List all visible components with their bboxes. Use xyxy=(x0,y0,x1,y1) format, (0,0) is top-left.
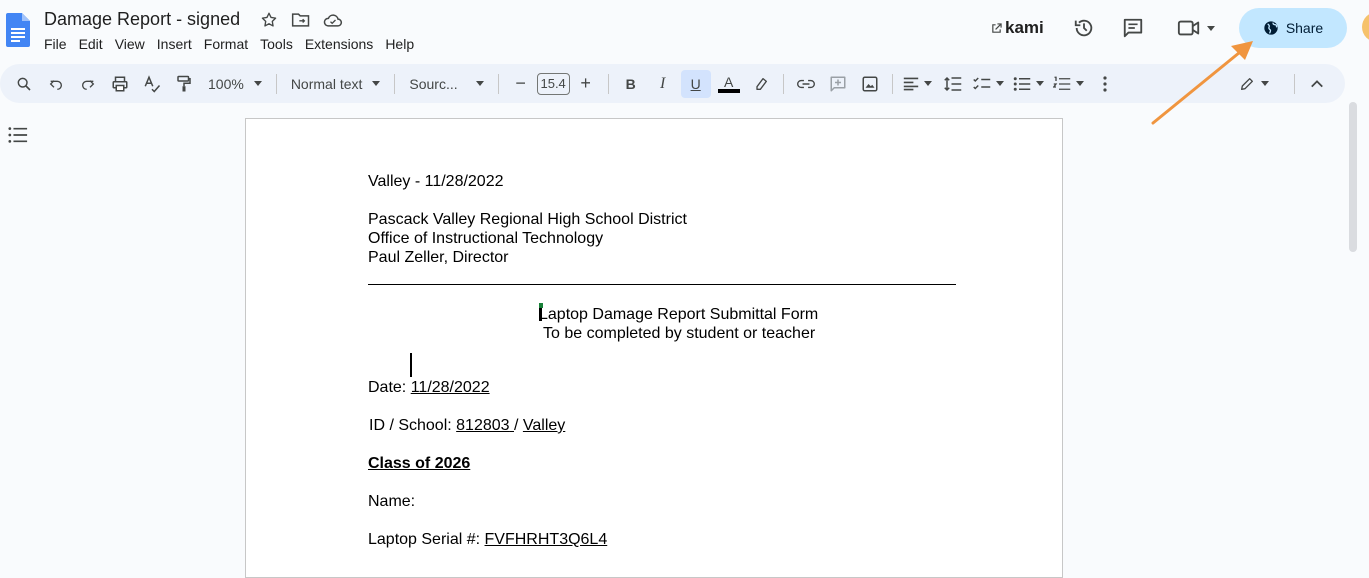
numbered-list-icon[interactable] xyxy=(1051,70,1087,98)
id-label: ID / School: xyxy=(369,417,452,434)
image-icon[interactable] xyxy=(856,70,884,98)
outline-icon[interactable] xyxy=(8,126,28,149)
date-row: Date: 11/28/2022 xyxy=(368,379,490,397)
id-value: 812803 xyxy=(456,417,510,434)
divider xyxy=(607,73,609,94)
date-value: 11/28/2022 xyxy=(410,379,490,396)
org-line: Pascack Valley Regional High School Dist… xyxy=(368,211,687,228)
menu-help[interactable]: Help xyxy=(379,35,420,53)
font-size-input[interactable]: 15.4 xyxy=(536,72,570,95)
share-label: Share xyxy=(1285,20,1324,36)
font-dropdown[interactable]: Sourc... xyxy=(401,76,491,92)
paint-format-icon[interactable] xyxy=(170,70,198,98)
search-icon[interactable] xyxy=(10,70,38,98)
move-folder-icon[interactable] xyxy=(290,9,312,31)
divider xyxy=(394,73,396,94)
external-link-icon xyxy=(992,22,1002,33)
menu-bar: File Edit View Insert Format Tools Exten… xyxy=(38,35,420,53)
zoom-value: 100% xyxy=(208,75,244,92)
name-label: Name: xyxy=(368,493,416,510)
zoom-dropdown[interactable]: 100% xyxy=(200,76,270,92)
formatting-toolbar: 100% Normal text Sourc... − 15.4 + B I U… xyxy=(0,64,1345,103)
more-icon[interactable] xyxy=(1091,70,1119,98)
spellcheck-icon[interactable] xyxy=(138,70,166,98)
document-title[interactable]: Damage Report - signed xyxy=(44,9,240,30)
font-value: Sourc... xyxy=(409,75,458,92)
kami-button[interactable]: kami xyxy=(991,18,1044,38)
link-icon[interactable] xyxy=(792,70,820,98)
style-value: Normal text xyxy=(290,75,363,92)
id-separator: / xyxy=(514,417,519,434)
divider xyxy=(275,73,277,94)
serial-value: FVFHRHT3Q6L4 xyxy=(484,531,608,548)
align-icon[interactable] xyxy=(901,70,935,98)
annotation-arrow xyxy=(1151,41,1253,125)
form-subtitle: To be completed by student or teacher xyxy=(543,325,816,342)
serial-label: Laptop Serial #: xyxy=(368,531,481,548)
increase-font-size-button[interactable]: + xyxy=(572,70,600,98)
text-color-button[interactable]: A xyxy=(715,70,743,98)
divider xyxy=(891,73,893,94)
menu-file[interactable]: File xyxy=(38,35,73,53)
serial-row: Laptop Serial #: FVFHRHT3Q6L4 xyxy=(368,531,607,549)
bold-button[interactable]: B xyxy=(617,70,645,98)
comment-icon[interactable] xyxy=(1119,14,1147,42)
org-line: Office of Instructional Technology xyxy=(368,230,604,247)
form-title: Laptop Damage Report Submittal Form xyxy=(539,306,819,323)
school-value: Valley xyxy=(522,417,566,434)
org-line: Paul Zeller, Director xyxy=(368,249,509,266)
italic-button[interactable]: I xyxy=(649,70,677,98)
line-spacing-icon[interactable] xyxy=(939,70,967,98)
document-page[interactable]: Valley - 11/28/2022 Pascack Valley Regio… xyxy=(245,118,1063,578)
menu-extensions[interactable]: Extensions xyxy=(299,35,379,53)
checklist-icon[interactable] xyxy=(971,70,1007,98)
decrease-font-size-button[interactable]: − xyxy=(507,70,535,98)
divider xyxy=(1294,73,1295,94)
menu-format[interactable]: Format xyxy=(198,35,254,53)
divider xyxy=(782,73,784,94)
history-icon[interactable] xyxy=(1070,14,1098,42)
menu-view[interactable]: View xyxy=(109,35,151,53)
header-line: Valley - 11/28/2022 xyxy=(368,173,504,190)
class-label: Class of 2026 xyxy=(368,455,471,472)
text-cursor xyxy=(410,353,412,377)
star-icon[interactable] xyxy=(258,9,280,31)
id-row: ID / School: 812803 / Valley xyxy=(369,417,565,435)
redo-icon[interactable] xyxy=(74,70,102,98)
scrollbar[interactable] xyxy=(1349,102,1357,252)
text-color-label: A xyxy=(723,73,734,90)
menu-edit[interactable]: Edit xyxy=(73,35,109,53)
avatar[interactable] xyxy=(1362,12,1369,42)
underline-button[interactable]: U xyxy=(680,69,711,98)
collapse-icon[interactable] xyxy=(1303,70,1331,98)
menu-tools[interactable]: Tools xyxy=(254,35,299,53)
divider xyxy=(497,73,499,94)
undo-icon[interactable] xyxy=(42,70,70,98)
style-dropdown[interactable]: Normal text xyxy=(283,76,389,92)
menu-insert[interactable]: Insert xyxy=(151,35,198,53)
date-label: Date: xyxy=(368,379,407,396)
docs-icon[interactable] xyxy=(6,13,30,47)
print-icon[interactable] xyxy=(106,70,134,98)
text-color-swatch xyxy=(717,88,740,93)
kami-label: kami xyxy=(1005,18,1044,37)
add-comment-icon[interactable] xyxy=(824,70,852,98)
highlight-icon[interactable] xyxy=(747,70,775,98)
bullet-list-icon[interactable] xyxy=(1011,70,1047,98)
globe-icon xyxy=(1264,21,1278,35)
cloud-saved-icon[interactable] xyxy=(322,9,344,31)
horizontal-rule xyxy=(368,284,956,285)
